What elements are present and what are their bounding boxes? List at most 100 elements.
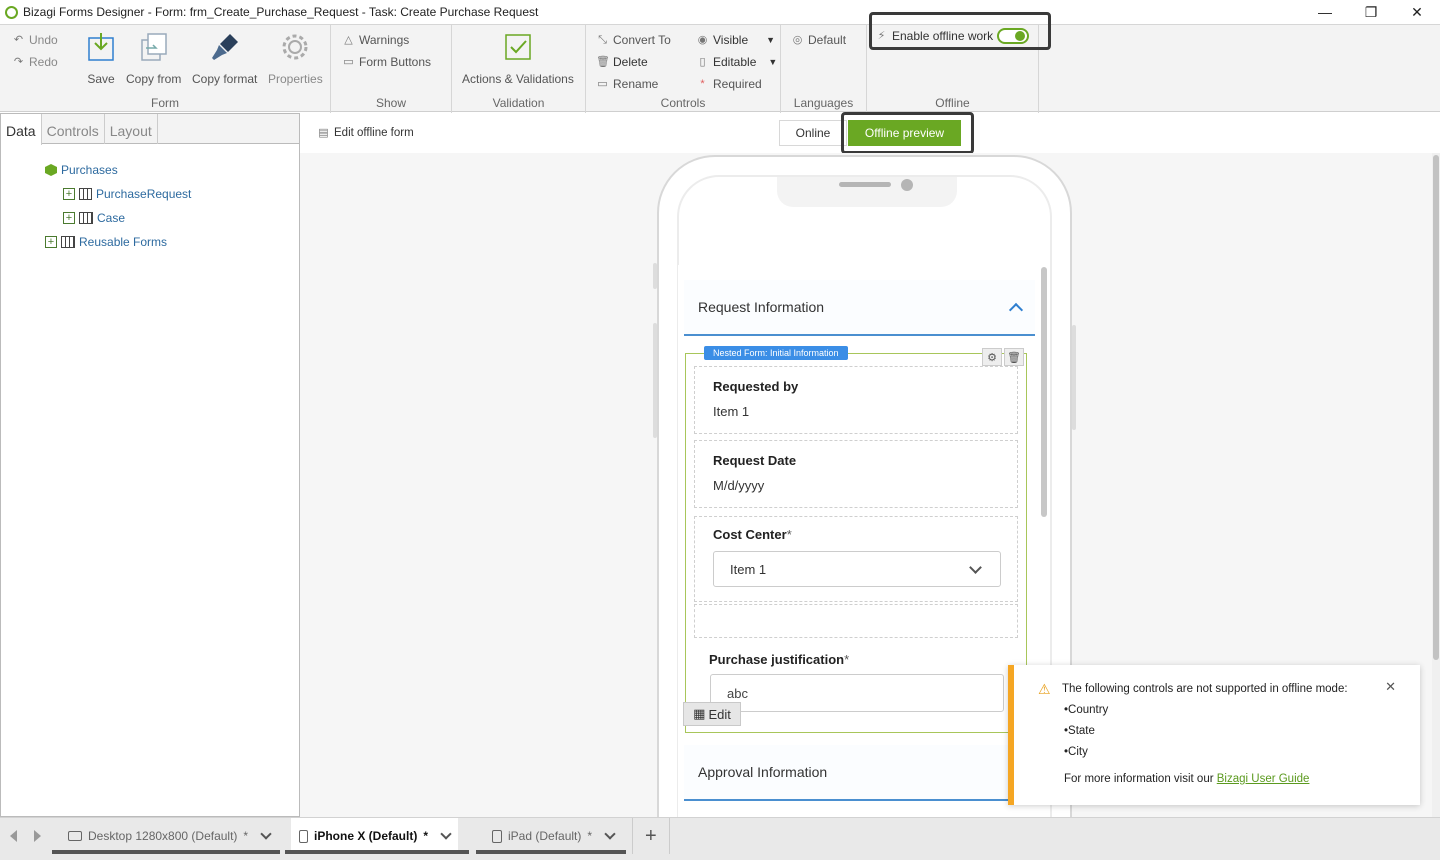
dropdown-arrow-icon: ▼ bbox=[768, 57, 778, 67]
expand-icon[interactable]: + bbox=[63, 188, 75, 200]
languages-group-label: Languages bbox=[793, 96, 854, 110]
save-button[interactable]: Save bbox=[86, 31, 116, 86]
rename-label: Rename bbox=[613, 77, 659, 91]
restore-button[interactable]: ❐ bbox=[1348, 0, 1394, 24]
actions-validations-button[interactable]: Actions & Validations bbox=[462, 31, 574, 86]
nested-form-tag: Nested Form: Initial Information bbox=[704, 346, 848, 360]
convert-to-label: Convert To bbox=[613, 33, 671, 47]
edit-offline-form-button[interactable]: ▤ Edit offline form bbox=[317, 124, 414, 142]
tab-ipad[interactable]: iPad (Default) * bbox=[484, 818, 622, 854]
canvas-scrollbar[interactable] bbox=[1432, 153, 1440, 817]
close-window-button[interactable]: ✕ bbox=[1394, 0, 1440, 24]
cost-center-select[interactable]: Item 1 bbox=[713, 551, 1001, 587]
collapse-chevron-icon[interactable] bbox=[1008, 302, 1024, 318]
tree-item-reusable-forms[interactable]: + Reusable Forms bbox=[45, 235, 167, 249]
save-label: Save bbox=[87, 72, 115, 86]
field-cost-center[interactable]: Cost Center* Item 1 bbox=[694, 516, 1018, 602]
form-buttons-label: Form Buttons bbox=[359, 55, 432, 69]
copy-format-label: Copy format bbox=[192, 72, 258, 86]
editable-icon: ▯ bbox=[699, 56, 706, 68]
tree-item-purchases[interactable]: Purchases bbox=[45, 163, 118, 177]
editable-dropdown[interactable]: ▯ Editable ▼ bbox=[696, 53, 777, 71]
phone-icon bbox=[299, 829, 308, 843]
warnings-button[interactable]: △ Warnings bbox=[342, 31, 409, 49]
tab-data[interactable]: Data bbox=[1, 114, 42, 145]
monitor-icon bbox=[68, 831, 82, 841]
modified-mark: * bbox=[587, 829, 593, 843]
globe-icon: ◎ bbox=[792, 34, 803, 46]
app-logo-icon bbox=[5, 5, 18, 19]
chevron-down-icon[interactable] bbox=[604, 828, 616, 840]
reusable-forms-icon bbox=[61, 236, 75, 248]
nested-form[interactable]: Nested Form: Initial Information ⚙ 🗑 Req… bbox=[685, 346, 1027, 733]
rename-button[interactable]: ▭ Rename bbox=[596, 75, 658, 93]
tab-underline bbox=[476, 850, 626, 854]
copy-format-button[interactable]: Copy format bbox=[192, 31, 257, 86]
highlight-offline-toggle bbox=[869, 12, 1051, 50]
form-buttons-button[interactable]: ▭ Form Buttons bbox=[342, 53, 431, 71]
chevron-down-icon[interactable] bbox=[440, 828, 452, 840]
tab-desktop[interactable]: Desktop 1280x800 (Default) * bbox=[60, 818, 278, 854]
justification-input[interactable]: abc bbox=[710, 674, 1004, 712]
tab-controls[interactable]: Controls bbox=[42, 114, 105, 144]
tree-item-purchaserequest[interactable]: + PurchaseRequest bbox=[63, 187, 191, 201]
required-asterisk: * bbox=[844, 652, 850, 667]
scrollbar-thumb[interactable] bbox=[1433, 155, 1439, 660]
redo-button[interactable]: ↷ Redo bbox=[12, 53, 58, 71]
warning-triangle-icon: △ bbox=[344, 34, 353, 46]
minimize-button[interactable]: — bbox=[1302, 0, 1348, 24]
edit-button[interactable]: ▦ Edit bbox=[683, 702, 741, 726]
tree-item-case[interactable]: + Case bbox=[63, 211, 125, 225]
scroll-left-icon[interactable] bbox=[10, 830, 17, 842]
field-request-date[interactable]: Request Date M/d/yyyy bbox=[694, 440, 1018, 508]
modified-mark: * bbox=[423, 829, 429, 843]
add-device-button[interactable]: + bbox=[632, 818, 670, 854]
delete-button[interactable]: 🗑 Delete bbox=[596, 53, 648, 71]
tree-label: Purchases bbox=[61, 163, 118, 177]
visible-dropdown[interactable]: ◉ Visible ▼ bbox=[696, 31, 775, 49]
undo-button[interactable]: ↶ Undo bbox=[12, 31, 58, 49]
chevron-down-icon[interactable] bbox=[260, 828, 272, 840]
settings-gear-icon[interactable]: ⚙ bbox=[982, 348, 1002, 366]
field-purchase-justification[interactable]: Purchase justification* abc bbox=[694, 640, 1018, 730]
edit-offline-form-label: Edit offline form bbox=[334, 127, 414, 139]
form-entity-icon bbox=[79, 188, 92, 200]
close-icon[interactable]: ✕ bbox=[1385, 679, 1396, 695]
tab-label: iPad (Default) bbox=[508, 829, 582, 843]
delete-trash-icon[interactable]: 🗑 bbox=[1004, 348, 1024, 366]
required-button[interactable]: * Required bbox=[696, 75, 761, 93]
section-approval-information[interactable]: Approval Information bbox=[684, 745, 1035, 801]
properties-button[interactable]: Properties bbox=[268, 31, 323, 86]
convert-to-button[interactable]: ⤡ Convert To bbox=[596, 31, 671, 49]
window-title: Bizagi Forms Designer - Form: frm_Create… bbox=[23, 5, 539, 19]
form-scrollbar[interactable] bbox=[1041, 267, 1047, 517]
section-request-information[interactable]: Request Information bbox=[684, 280, 1035, 336]
visible-label: Visible bbox=[713, 33, 749, 47]
empty-placeholder-field bbox=[694, 604, 1018, 638]
undo-label: Undo bbox=[29, 33, 58, 47]
phone-camera bbox=[901, 179, 913, 191]
edit-form-icon: ▤ bbox=[318, 127, 329, 139]
field-requested-by[interactable]: Requested by Item 1 bbox=[694, 366, 1018, 434]
online-button[interactable]: Online bbox=[779, 120, 847, 146]
notification-more-info: For more information visit our Bizagi Us… bbox=[1064, 773, 1309, 785]
expand-icon[interactable]: + bbox=[45, 236, 57, 248]
tab-iphone[interactable]: iPhone X (Default) * bbox=[291, 818, 459, 854]
left-panel: Data Controls Layout Purchases + Purchas… bbox=[0, 113, 300, 817]
highlight-offline-preview bbox=[841, 112, 974, 154]
ribbon-group-form: ↶ Undo ↷ Redo Save Copy from Copy format bbox=[0, 25, 331, 113]
expand-icon[interactable]: + bbox=[63, 212, 75, 224]
copy-from-button[interactable]: Copy from bbox=[126, 31, 181, 86]
tab-layout[interactable]: Layout bbox=[105, 114, 158, 144]
save-icon bbox=[86, 31, 116, 63]
gear-icon bbox=[280, 31, 310, 63]
phone-side-button bbox=[1072, 325, 1076, 430]
scroll-right-icon[interactable] bbox=[34, 830, 41, 842]
warnings-label: Warnings bbox=[359, 33, 410, 47]
ribbon-group-languages: ◎ Default Languages bbox=[781, 25, 867, 113]
ribbon-toolbar: ↶ Undo ↷ Redo Save Copy from Copy format bbox=[0, 24, 1440, 113]
default-language-button[interactable]: ◎ Default bbox=[791, 31, 846, 49]
user-guide-link[interactable]: Bizagi User Guide bbox=[1217, 773, 1310, 785]
offline-warning-notification: ⚠ The following controls are not support… bbox=[1008, 665, 1420, 805]
trash-icon: 🗑 bbox=[596, 56, 610, 68]
